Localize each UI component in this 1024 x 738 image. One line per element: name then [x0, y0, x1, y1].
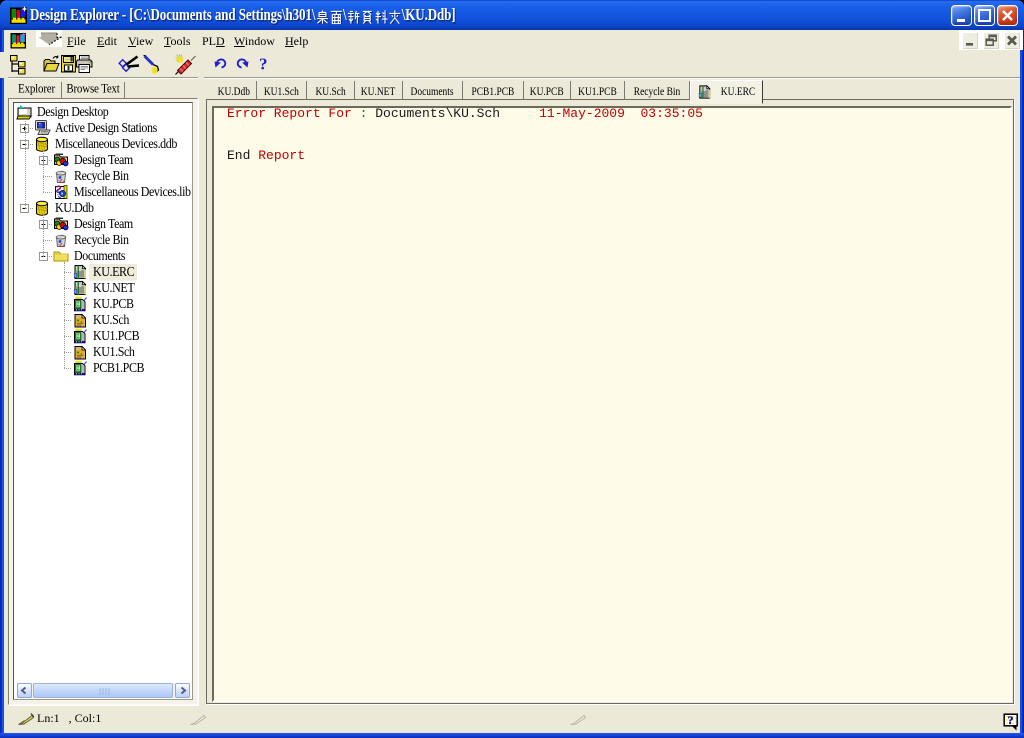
- svg-text:?: ?: [259, 55, 268, 74]
- svg-text:?: ?: [1008, 713, 1014, 727]
